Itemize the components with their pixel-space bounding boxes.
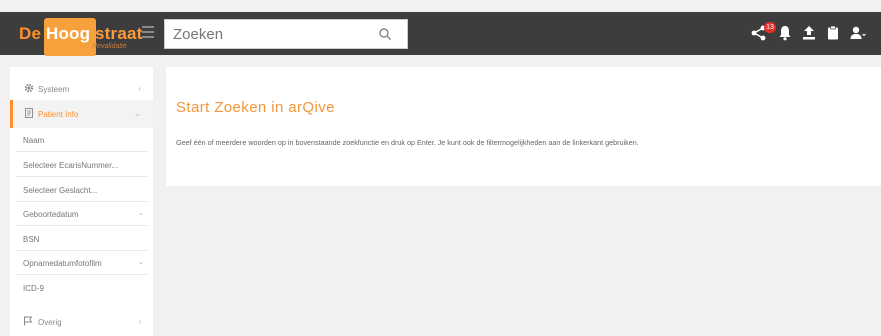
- hamburger-menu-icon[interactable]: [142, 26, 154, 38]
- flag-icon: [24, 316, 33, 326]
- search-intro-panel: Start Zoeken in arQive Geef één of meerd…: [166, 67, 881, 186]
- page-title: Start Zoeken in arQive: [176, 99, 335, 116]
- search-input[interactable]: [165, 20, 375, 48]
- notification-count-badge: 13: [764, 22, 776, 33]
- sidebar-section-label: Overig: [38, 318, 62, 327]
- search-icon[interactable]: [378, 27, 392, 41]
- chevron-down-icon: ⌄: [138, 210, 144, 217]
- logo-text-de: De: [19, 24, 42, 43]
- filter-label: Opnamedatumfotofilm: [23, 259, 102, 268]
- filter-label: Naam: [23, 136, 45, 145]
- bell-icon[interactable]: [776, 24, 794, 42]
- chevron-left-icon: ‹: [138, 84, 141, 93]
- filter-sidebar: Systeem ‹ Patient Info ⌄ Naam Selecteer …: [10, 67, 153, 336]
- logo-subtitle: Revalidatie: [92, 43, 127, 50]
- search-instructions: Geef één of meerdere woorden op in boven…: [176, 138, 639, 147]
- filter-bsn[interactable]: BSN: [15, 227, 148, 251]
- chevron-down-icon: ⌄: [134, 109, 141, 118]
- filter-geboortedatum[interactable]: Geboortedatum ⌄: [15, 202, 148, 226]
- upload-icon[interactable]: [800, 24, 818, 42]
- sidebar-section-label: Patient Info: [38, 110, 79, 119]
- filter-icd9[interactable]: ICD-9: [15, 276, 148, 300]
- filter-naam[interactable]: Naam: [15, 128, 148, 152]
- sidebar-section-systeem[interactable]: Systeem ‹: [10, 75, 153, 103]
- app-logo[interactable]: De Hoog straat Revalidatie: [12, 18, 142, 56]
- document-icon: [25, 108, 33, 118]
- user-menu-icon[interactable]: [848, 24, 866, 42]
- chevron-left-icon: ‹: [138, 317, 141, 326]
- top-navbar: De Hoog straat Revalidatie 13: [0, 12, 881, 56]
- filter-label: ICD-9: [23, 284, 44, 293]
- clipboard-icon[interactable]: [824, 24, 842, 42]
- filter-geslacht-select[interactable]: Selecteer Geslacht...: [15, 178, 148, 202]
- filter-label: Selecteer EcarisNummer...: [23, 161, 119, 170]
- filter-label: Selecteer Geslacht...: [23, 186, 98, 195]
- filter-label: BSN: [23, 235, 40, 244]
- filter-label: Geboortedatum: [23, 210, 79, 219]
- gear-icon: [24, 83, 34, 93]
- chevron-down-icon: ⌄: [138, 259, 144, 266]
- search-box: [164, 19, 408, 49]
- sidebar-section-patient-info[interactable]: Patient Info ⌄: [10, 100, 153, 128]
- filter-ecarisnummer-select[interactable]: Selecteer EcarisNummer...: [15, 153, 148, 177]
- sidebar-section-overig[interactable]: Overig ‹: [10, 308, 153, 336]
- logo-text-hoog: Hoog: [46, 24, 91, 43]
- filter-opnamedatumfotofilm[interactable]: Opnamedatumfotofilm ⌄: [15, 251, 148, 275]
- logo-text-straat: straat: [95, 24, 143, 43]
- sidebar-section-label: Systeem: [38, 85, 70, 94]
